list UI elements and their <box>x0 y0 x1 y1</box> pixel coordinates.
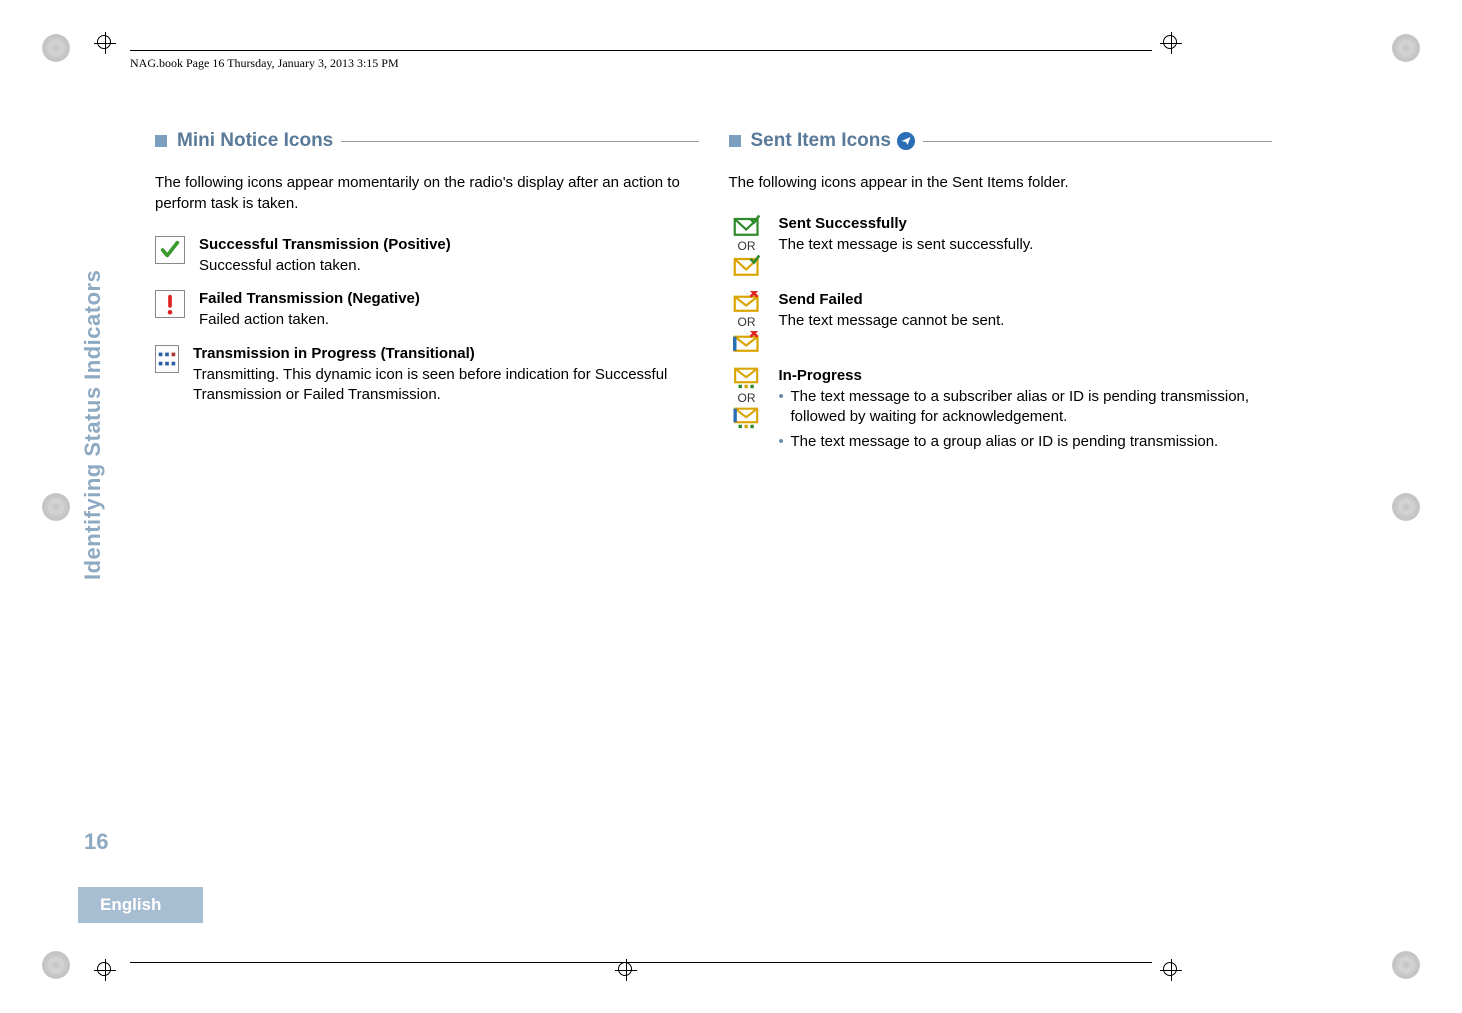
send-failed-envelope-icon <box>733 291 761 313</box>
registration-mark-icon <box>1160 959 1182 981</box>
in-progress-envelope-icon <box>733 367 761 389</box>
item-text: Successful Transmission (Positive) Succe… <box>199 236 451 276</box>
print-mark-icon <box>1392 34 1420 62</box>
item-bullet-list: The text message to a subscriber alias o… <box>779 387 1273 452</box>
print-mark-icon <box>1392 951 1420 979</box>
registration-mark-icon <box>94 32 116 54</box>
section-bullet-icon <box>729 135 741 147</box>
list-item: Failed Transmission (Negative) Failed ac… <box>155 290 699 330</box>
list-item: Transmission in Progress (Transitional) … <box>155 345 699 406</box>
page-number: 16 <box>84 829 108 855</box>
page-body: Mini Notice Icons The following icons ap… <box>155 130 1272 913</box>
item-text: In-Progress The text message to a subscr… <box>779 367 1273 456</box>
icon-stack: OR <box>729 291 765 353</box>
list-item: OR Send Failed The text message cannot b… <box>729 291 1273 353</box>
item-desc: Failed action taken. <box>199 310 420 330</box>
item-title: Successful Transmission (Positive) <box>199 236 451 253</box>
section-rule <box>341 141 698 142</box>
section-intro: The following icons appear momentarily o… <box>155 172 699 214</box>
section-title: Mini Notice Icons <box>177 130 333 152</box>
sent-badge-icon <box>897 132 915 150</box>
registration-mark-icon <box>1160 32 1182 54</box>
section-intro: The following icons appear in the Sent I… <box>729 172 1273 193</box>
header-rule <box>130 50 1152 51</box>
item-title: In-Progress <box>779 367 1273 384</box>
footer-rule <box>130 962 1152 963</box>
page-header-text: NAG.book Page 16 Thursday, January 3, 20… <box>130 56 399 71</box>
print-mark-icon <box>42 951 70 979</box>
print-mark-icon <box>42 493 70 521</box>
print-mark-icon <box>42 34 70 62</box>
item-text: Failed Transmission (Negative) Failed ac… <box>199 290 420 330</box>
item-title: Transmission in Progress (Transitional) <box>193 345 699 362</box>
item-text: Send Failed The text message cannot be s… <box>779 291 1005 331</box>
item-desc: Transmitting. This dynamic icon is seen … <box>193 365 699 406</box>
section-title: Sent Item Icons <box>751 130 891 152</box>
section-rule <box>923 141 1272 142</box>
section-bullet-icon <box>155 135 167 147</box>
success-check-icon <box>155 236 185 264</box>
item-bullet: The text message to a subscriber alias o… <box>779 387 1273 428</box>
sent-success-envelope-alt-icon <box>733 255 761 277</box>
send-failed-envelope-alt-icon <box>733 331 761 353</box>
item-text: Sent Successfully The text message is se… <box>779 215 1034 255</box>
item-title: Sent Successfully <box>779 215 1034 232</box>
item-desc: Successful action taken. <box>199 256 451 276</box>
or-label: OR <box>738 391 756 405</box>
or-label: OR <box>738 239 756 253</box>
list-item: Successful Transmission (Positive) Succe… <box>155 236 699 276</box>
print-mark-icon <box>1392 493 1420 521</box>
in-progress-envelope-alt-icon <box>733 407 761 429</box>
item-text: Transmission in Progress (Transitional) … <box>193 345 699 406</box>
item-desc: The text message is sent successfully. <box>779 235 1034 255</box>
icon-stack: OR <box>729 215 765 277</box>
left-column: Mini Notice Icons The following icons ap… <box>155 130 699 913</box>
item-title: Send Failed <box>779 291 1005 308</box>
or-label: OR <box>738 315 756 329</box>
in-progress-dots-icon <box>155 345 179 373</box>
registration-mark-icon <box>94 959 116 981</box>
section-side-label: Identifying Status Indicators <box>80 270 106 580</box>
failed-exclamation-icon <box>155 290 185 318</box>
icon-stack: OR <box>729 367 765 429</box>
item-title: Failed Transmission (Negative) <box>199 290 420 307</box>
list-item: OR In-Progress The text message to a sub… <box>729 367 1273 456</box>
item-desc: The text message cannot be sent. <box>779 311 1005 331</box>
section-header-row: Mini Notice Icons <box>155 130 699 152</box>
sent-success-envelope-icon <box>733 215 761 237</box>
right-column: Sent Item Icons The following icons appe… <box>729 130 1273 913</box>
list-item: OR Sent Successfully The text message is… <box>729 215 1273 277</box>
item-bullet: The text message to a group alias or ID … <box>779 432 1273 452</box>
section-header-row: Sent Item Icons <box>729 130 1273 152</box>
